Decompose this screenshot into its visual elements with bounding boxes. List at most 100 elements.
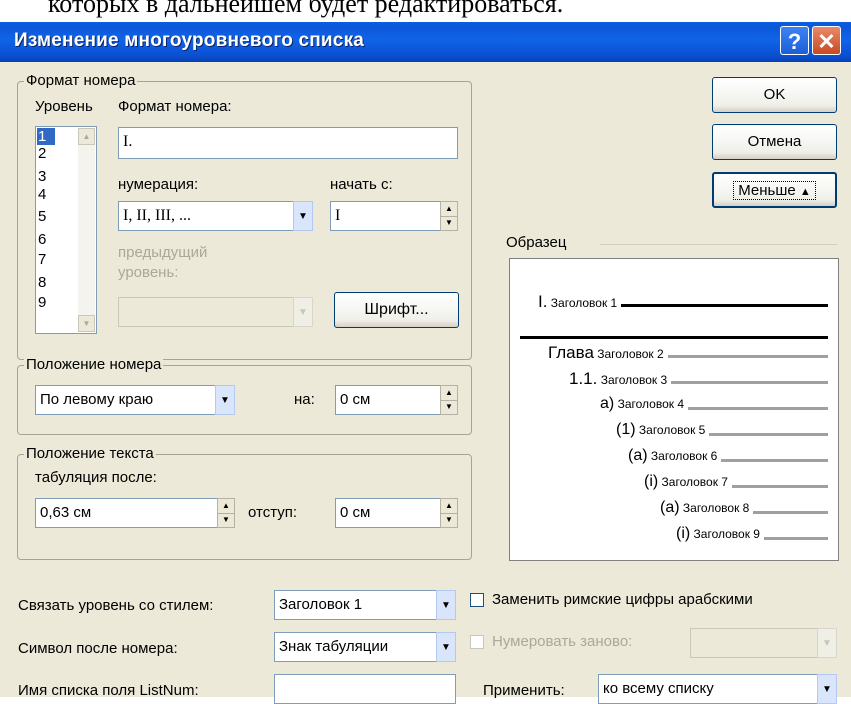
numbering-value: I, II, III, ... [118,201,293,231]
spin-down-icon[interactable]: ▼ [218,514,234,528]
dropdown-arrow-icon: ▼ [293,297,313,327]
replace-roman-checkbox[interactable] [470,593,484,607]
scroll-down-icon[interactable]: ▼ [78,315,95,332]
preview-line [721,459,828,462]
level-item[interactable]: 2 [37,145,55,162]
preview-line [621,304,828,307]
preview-number: (а) [660,499,680,516]
preview-heading-text: Заголовок 1 [547,296,618,310]
preview-line [764,537,828,540]
restart-select: ▼ [690,628,837,658]
title-bar: Изменение многоуровневого списка ? ✕ [0,22,851,62]
spin-up-icon[interactable]: ▲ [441,202,457,217]
after-number-value: Знак табуляции [274,632,436,662]
scroll-up-icon[interactable]: ▲ [78,128,95,145]
preview-number: (1) [616,421,636,438]
format-label: Формат номера: [118,98,232,115]
dropdown-arrow-icon[interactable]: ▼ [293,201,313,231]
indent-stepper[interactable]: 0 см ▲ ▼ [335,498,458,528]
number-at-spin[interactable]: ▲ ▼ [440,385,458,415]
start-label: начать с: [330,176,393,193]
preview-number: а) [600,395,615,412]
double-arrow-up-icon: ▲ [799,186,811,198]
level-item[interactable]: 7 [37,251,55,268]
level-item[interactable]: 5 [37,208,55,225]
preview-heading-text: Заголовок 8 [679,501,750,515]
tab-after-spin[interactable]: ▲ ▼ [217,498,235,528]
spin-down-icon[interactable]: ▼ [441,217,457,231]
link-style-select[interactable]: Заголовок 1 ▼ [274,590,456,620]
at-label: на: [294,391,315,408]
preview-heading-text: Заголовок 7 [658,475,728,489]
replace-roman-label: Заменить римские цифры арабскими [492,591,753,608]
dropdown-arrow-icon[interactable]: ▼ [436,590,456,620]
preview-item: (i) Заголовок 9 [676,525,760,543]
listnum-input[interactable] [274,674,456,704]
preview-heading-text: Заголовок 4 [614,397,684,411]
preview-item: (i) Заголовок 7 [644,473,728,491]
preview-separator [600,244,837,245]
level-list[interactable]: 1 2 3 4 5 6 7 8 9 ▲ ▼ [35,126,97,334]
preview-heading-text: Заголовок 5 [635,423,706,437]
indent-label: отступ: [248,504,298,521]
level-item[interactable]: 1 [37,128,55,145]
preview-line [753,511,828,514]
start-at-spin[interactable]: ▲ ▼ [440,201,458,231]
apply-select[interactable]: ко всему списку ▼ [598,674,837,704]
preview-line [688,407,828,410]
spin-down-icon[interactable]: ▼ [441,401,457,415]
listnum-label: Имя списка поля ListNum: [18,682,199,699]
help-icon[interactable]: ? [780,26,809,55]
level-item[interactable]: 4 [37,186,55,203]
background-text: которых в дальнейшем будет редактировать… [48,0,564,18]
number-position-legend: Положение номера [24,356,164,373]
apply-label: Применить: [483,682,565,699]
number-align-select[interactable]: По левому краю ▼ [35,385,235,415]
numbering-label: нумерация: [118,176,199,193]
text-position-legend: Положение текста [24,445,156,462]
start-at-stepper[interactable]: I ▲ ▼ [330,201,458,231]
spin-up-icon[interactable]: ▲ [441,386,457,401]
apply-value: ко всему списку [598,674,817,704]
level-scrollbar[interactable]: ▲ ▼ [78,128,95,332]
spin-up-icon[interactable]: ▲ [441,499,457,514]
dropdown-arrow-icon[interactable]: ▼ [817,674,837,704]
less-button[interactable]: Меньше ▲ [712,172,837,208]
dropdown-arrow-icon[interactable]: ▼ [436,632,456,662]
font-button[interactable]: Шрифт... [334,292,459,328]
preview-number: 1.1. [569,369,598,388]
preview-line [732,485,828,488]
dialog-title: Изменение многоуровневого списка [14,30,365,51]
dropdown-arrow-icon[interactable]: ▼ [215,385,235,415]
after-number-label: Символ после номера: [18,640,178,657]
after-number-select[interactable]: Знак табуляции ▼ [274,632,456,662]
preview-item: Глава Заголовок 2 [548,343,664,363]
less-button-label: Меньше [738,182,796,199]
background-document-text: которых в дальнейшем будет редактировать… [0,0,851,22]
level-item[interactable]: 9 [37,294,55,311]
indent-spin[interactable]: ▲ ▼ [440,498,458,528]
restart-numbering-checkbox [470,635,484,649]
cancel-button[interactable]: Отмена [712,124,837,160]
preview-heading-text: Заголовок 6 [647,449,718,463]
level-item[interactable]: 6 [37,231,55,248]
restart-numbering-label: Нумеровать заново: [492,633,633,650]
close-icon[interactable]: ✕ [812,26,841,55]
preview-line [668,355,828,358]
preview-number: (i) [644,473,659,490]
preview-number: (i) [676,525,691,542]
spin-down-icon[interactable]: ▼ [441,514,457,528]
format-input[interactable]: I. [118,127,458,159]
ok-button[interactable]: OK [712,77,837,113]
spin-up-icon[interactable]: ▲ [218,499,234,514]
number-at-stepper[interactable]: 0 см ▲ ▼ [335,385,458,415]
tab-after-stepper[interactable]: 0,63 см ▲ ▼ [35,498,235,528]
preview-item: 1.1. Заголовок 3 [569,369,667,389]
numbering-select[interactable]: I, II, III, ... ▼ [118,201,313,231]
level-item[interactable]: 8 [37,274,55,291]
preview-box: I. Заголовок 1 Глава Заголовок 2 1.1. Заго… [509,258,839,561]
dialog-window: Изменение многоуровневого списка ? ✕ Фор… [0,22,851,704]
level-item[interactable]: 3 [37,168,55,185]
preview-item: (а) Заголовок 8 [660,499,749,517]
tab-after-value: 0,63 см [35,498,217,528]
